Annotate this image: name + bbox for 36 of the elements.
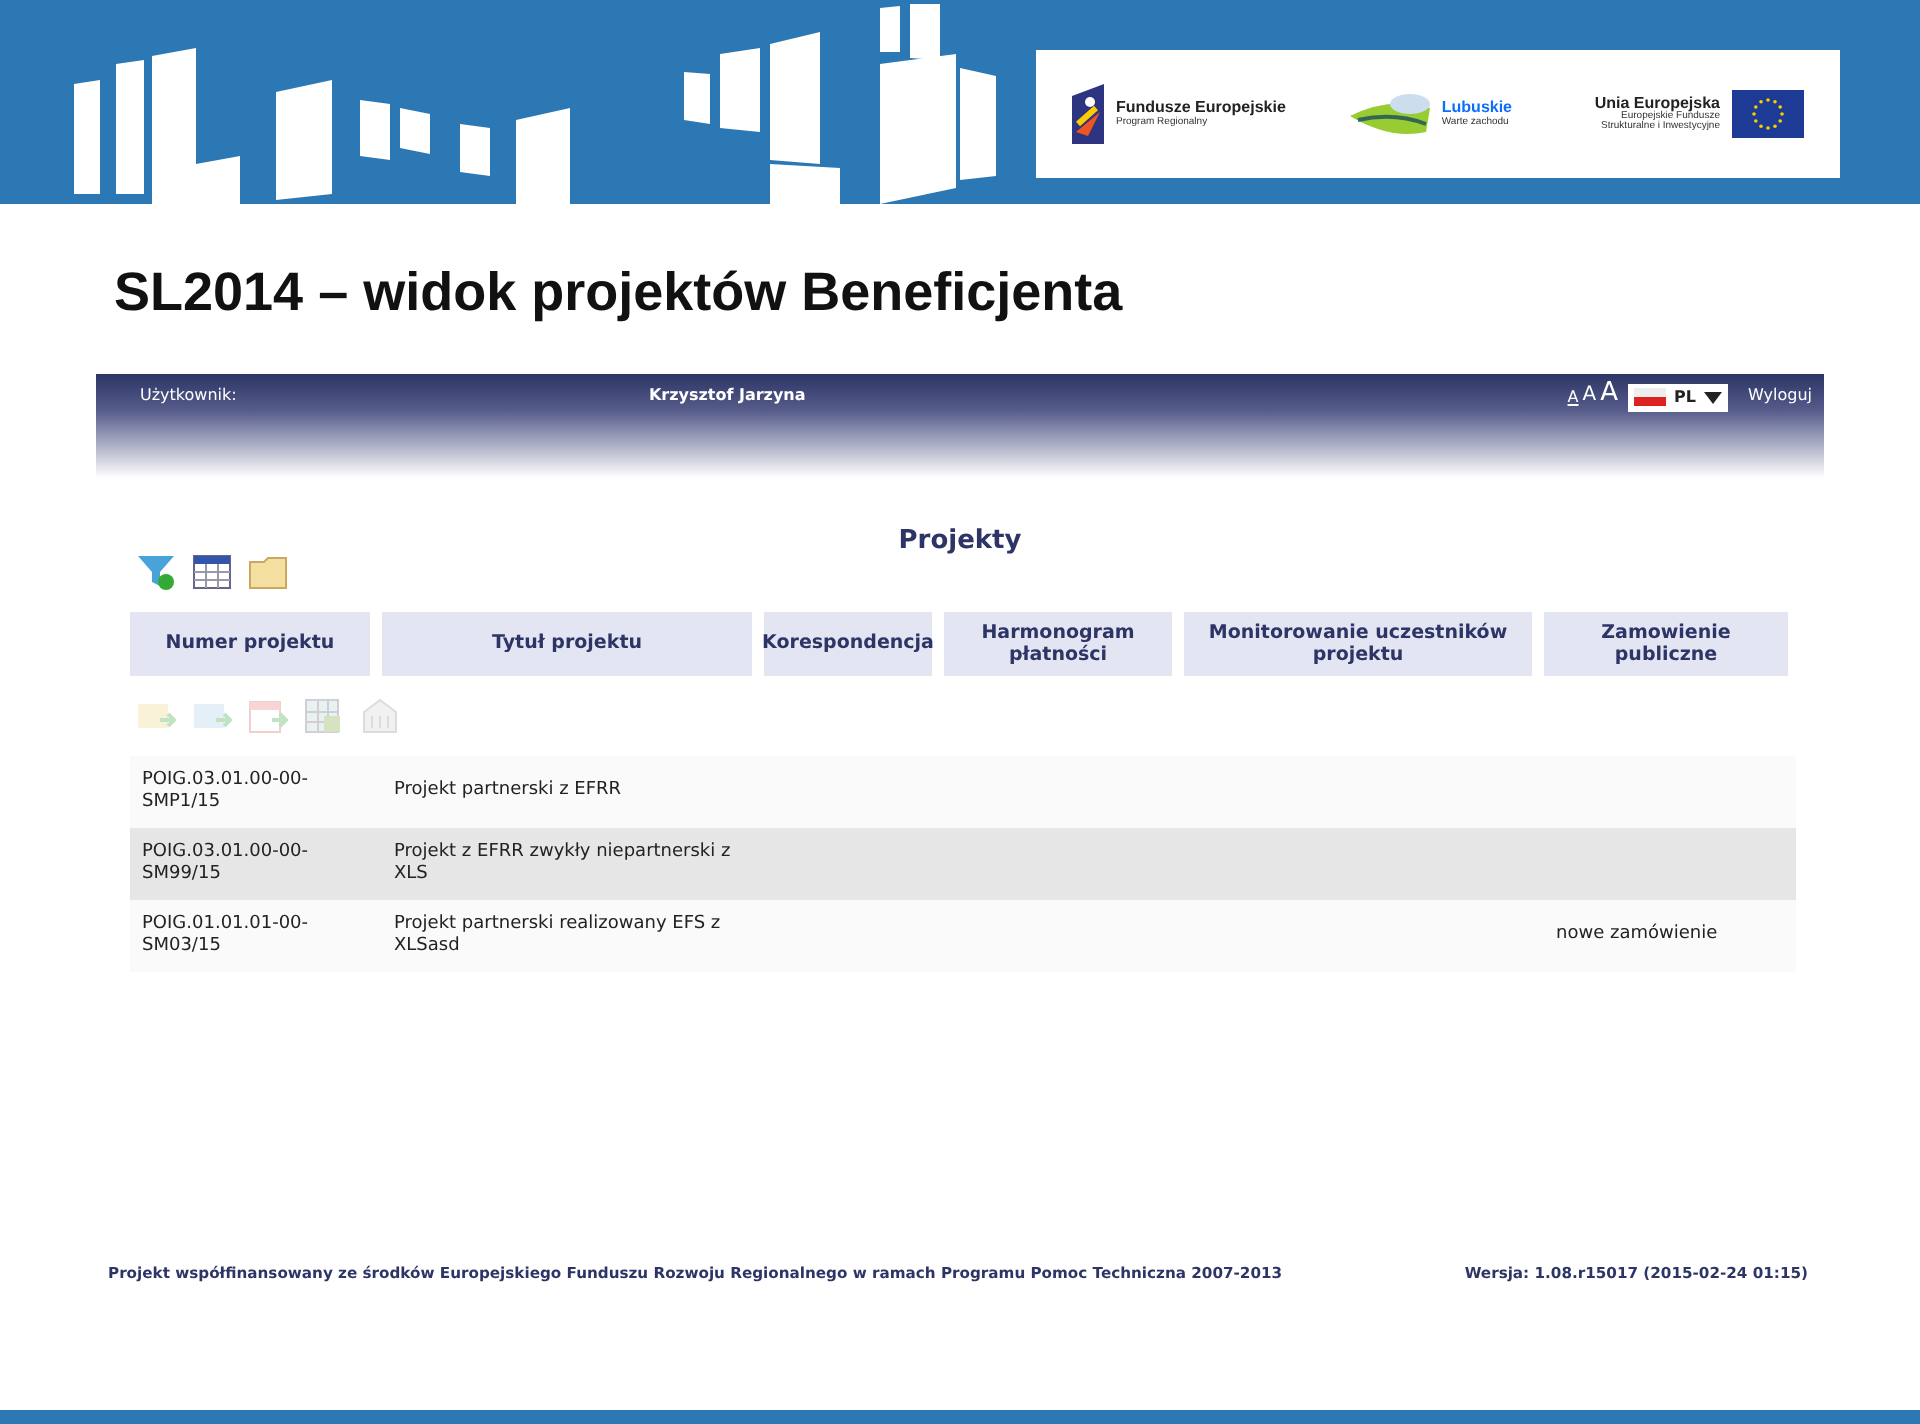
- logo-name: Unia Europejska: [1592, 95, 1720, 112]
- column-header[interactable]: Tytuł projektu: [382, 612, 752, 677]
- language-select[interactable]: PL: [1628, 383, 1728, 412]
- table-cell: Projekt z EFRR zwykły niepartnerski z XLS: [394, 841, 731, 885]
- table-row[interactable]: POIG.01.01.01-00-SM03/15 Projekt partnerski realizowany EFS z XLSasd nowe zamówienie: [130, 900, 1796, 973]
- table-cell: POIG.01.01.01-00-SM03/15: [142, 913, 309, 957]
- user-label: Użytkownik:: [140, 383, 237, 408]
- slide-title: SL2014 – widok projektów Beneficjenta: [114, 264, 1125, 324]
- table-icon[interactable]: [192, 552, 232, 593]
- filter-icon[interactable]: [136, 552, 176, 593]
- column-header[interactable]: Numer projektu: [130, 612, 370, 677]
- logo-name: Fundusze Europejskie: [1116, 100, 1286, 117]
- font-size-button[interactable]: A: [1598, 379, 1620, 406]
- column-header[interactable]: Korespondencja: [764, 612, 932, 677]
- region-logo-icon: [1349, 88, 1430, 140]
- table-cell: POIG.03.01.00-00-SM99/15: [142, 841, 309, 885]
- table-cell: Projekt partnerski realizowany EFS z XLSasd: [394, 913, 721, 957]
- folder-icon[interactable]: [248, 552, 288, 593]
- column-header[interactable]: Harmonogram płatności: [944, 612, 1172, 677]
- table-cell: POIG.03.01.00-00-SMP1/15: [142, 769, 309, 813]
- poland-flag-icon: [1634, 388, 1666, 407]
- logout-link[interactable]: Wyloguj: [1748, 383, 1812, 408]
- region-name: Lubuskie: [1441, 100, 1513, 117]
- caret-icon: [1703, 391, 1722, 404]
- font-size-button[interactable]: A: [1565, 389, 1581, 406]
- table-row[interactable]: POIG.03.01.00-00-SM99/15 Projekt z EFRR zwykły niepartnerski z XLS: [130, 828, 1796, 901]
- column-header[interactable]: Zamowienie publiczne: [1544, 612, 1788, 677]
- fund-logo-icon: [1072, 84, 1104, 144]
- page-title: Projekty: [896, 523, 1024, 560]
- eu-flag-icon: [1732, 90, 1804, 138]
- column-header[interactable]: Monitorowanie uczestników projektu: [1184, 612, 1532, 677]
- table-row[interactable]: POIG.03.01.00-00-SMP1/15 Projekt partnerski z EFRR: [130, 756, 1796, 829]
- table-cell: Projekt partnerski z EFRR: [394, 780, 622, 801]
- font-size-button[interactable]: A: [1580, 385, 1599, 406]
- user-name: Krzysztof Jarzyna: [648, 383, 806, 408]
- table-cell: nowe zamówienie: [1556, 924, 1718, 945]
